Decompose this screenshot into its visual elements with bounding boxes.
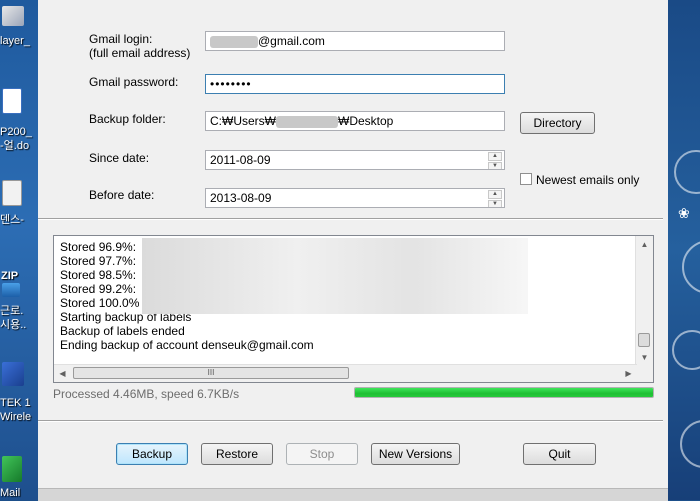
gmail-password-label: Gmail password: [89,75,179,89]
wallpaper-swirl [680,420,700,468]
backup-progress-bar [354,387,654,398]
document-icon[interactable] [2,180,22,206]
media-player-icon[interactable] [2,6,24,26]
wallpaper-swirl [672,330,700,370]
stop-button[interactable]: Stop [286,443,358,465]
flower-decoration-icon: ❀ [678,205,690,221]
before-date-spinner[interactable]: ▲ ▼ [488,190,502,207]
log-horizontal-scrollbar[interactable]: ◀ III ▶ [54,364,637,382]
wallpaper-swirl [674,150,700,194]
desktop-label-wireless: Wirele [0,411,32,423]
desktop-label-work2: 시용.. [0,319,27,331]
folder-path-suffix: ₩Desktop [338,114,394,128]
backup-folder-label: Backup folder: [89,112,166,126]
desktop-label-tek: TEK 1 [0,397,31,409]
gmail-login-sublabel: (full email address) [89,46,191,60]
redacted-user-folder [276,115,338,128]
desktop-label-player: layer_ [0,35,30,47]
since-date-spinner[interactable]: ▲ ▼ [488,152,502,169]
zip-icon[interactable]: ZIP [1,270,18,283]
redacted-log-detail [142,238,528,314]
restore-button[interactable]: Restore [201,443,273,465]
gmail-login-label: Gmail login: [89,32,153,46]
log-output[interactable]: Stored 96.9%: Stored 97.7%: Stored 98.5%… [53,235,654,383]
folder-path-prefix: C:₩Users₩ [210,114,276,128]
desktop-left-strip: layer_ P200_ -얼.do 덴스- ZIP 근로. 시용.. TEK … [0,0,38,500]
gmail-password-input[interactable]: •••••••• [205,74,505,94]
scroll-up-icon[interactable]: ▲ [636,236,653,253]
separator-bottom [38,420,663,422]
desktop-label-doc1: P200_ [0,126,32,138]
spin-down-icon[interactable]: ▼ [488,162,502,169]
spin-up-icon[interactable]: ▲ [488,152,502,161]
desktop-right-strip: ❀ [668,0,700,500]
new-versions-button[interactable]: New Versions [371,443,460,465]
scroll-down-icon[interactable]: ▼ [636,349,653,366]
since-date-value: 2011-08-09 [210,153,271,167]
network-icon[interactable] [2,362,24,386]
newest-emails-label: Newest emails only [536,173,640,187]
window-bottom-edge [38,488,668,501]
processed-status-text: Processed 4.46MB, speed 6.7KB/s [53,387,240,401]
password-mask: •••••••• [210,77,252,91]
log-line: Backup of labels ended [60,324,185,338]
directory-button[interactable]: Directory [520,112,595,134]
wallpaper-swirl [682,240,700,294]
mail-app-icon[interactable] [2,456,22,482]
newest-emails-checkbox[interactable] [520,173,532,185]
scroll-right-icon[interactable]: ▶ [620,365,637,382]
log-line: Ending backup of account denseuk@gmail.c… [60,338,314,352]
scroll-left-icon[interactable]: ◀ [54,365,71,382]
word-document-icon[interactable] [2,88,22,114]
spin-down-icon[interactable]: ▼ [488,200,502,207]
desktop-label-dense: 덴스- [0,214,24,226]
before-date-label: Before date: [89,188,155,202]
horizontal-scroll-thumb[interactable]: III [73,367,349,379]
progress-fill [355,388,653,397]
redacted-username [210,35,258,48]
separator-top [38,218,663,220]
since-date-picker[interactable]: 2011-08-09 ▲ ▼ [205,150,505,170]
backup-button[interactable]: Backup [116,443,188,465]
desktop-label-work1: 근로. [0,305,24,317]
log-vertical-scrollbar[interactable]: ▲ ▼ [635,236,653,366]
backup-folder-input[interactable]: C:₩Users₩ ₩Desktop [205,111,505,131]
gmail-backup-window: Gmail login: (full email address) @gmail… [38,0,668,501]
gmail-login-input[interactable]: @gmail.com [205,31,505,51]
gmail-login-domain: @gmail.com [258,34,325,48]
vertical-scroll-thumb[interactable] [638,333,650,347]
spin-up-icon[interactable]: ▲ [488,190,502,199]
before-date-value: 2013-08-09 [210,191,272,205]
since-date-label: Since date: [89,151,150,165]
desktop-label-mail: Mail [0,487,21,499]
desktop-label-doc2: -얼.do [0,140,30,152]
before-date-picker[interactable]: 2013-08-09 ▲ ▼ [205,188,505,208]
scrollbar-corner [636,365,653,382]
zip-archive-icon[interactable] [2,283,20,297]
quit-button[interactable]: Quit [523,443,596,465]
